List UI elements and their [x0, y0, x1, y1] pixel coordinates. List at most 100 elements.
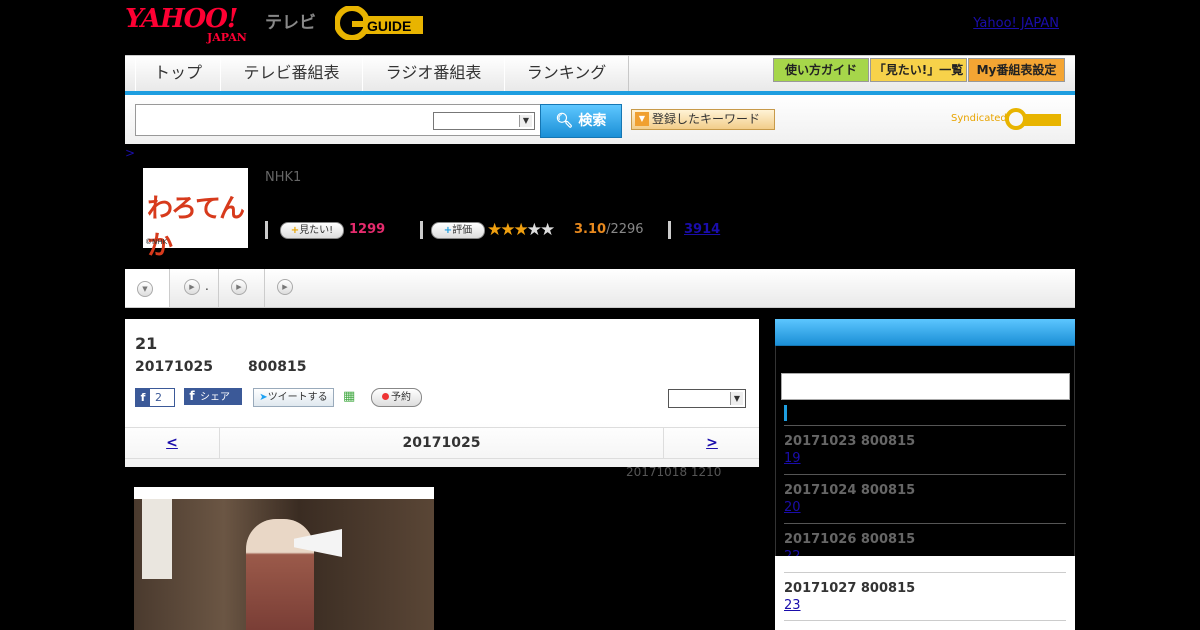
sidebar-episode-date: 20171024 800815 [784, 483, 916, 498]
search-category-select[interactable]: ▼ [433, 112, 535, 130]
breadcrumb[interactable]: > [125, 146, 135, 160]
chevron-down-icon: ▼ [730, 392, 743, 405]
saved-keywords-label: 登録したキーワード [652, 112, 761, 126]
watchlist-button[interactable]: 「見たい!」一覧 [870, 58, 967, 82]
reserve-button[interactable]: 予約 [371, 388, 422, 407]
star-icon: ★ [513, 220, 529, 240]
triangle-down-icon: ▼ [635, 112, 649, 126]
facebook-share-button[interactable]: f シェア [184, 388, 242, 405]
chevron-down-icon: ▼ [519, 115, 532, 127]
episode-time: 800815 [248, 359, 307, 375]
episode-pager: < 20171025 > [125, 427, 759, 459]
chevron-down-icon: ▼ [137, 281, 153, 297]
tab-ranking[interactable]: ランキング [504, 56, 629, 92]
saved-keywords-button[interactable]: ▼ 登録したキーワード [631, 109, 775, 130]
sidebar-episode-link[interactable]: 23 [784, 598, 1066, 613]
rate-label: 評価 [452, 225, 473, 236]
sidebar-divider [784, 425, 1066, 426]
plus-icon: + [443, 225, 453, 236]
episode-panel: 21 20171025 800815 f2 f シェア ➤ツイートする ▦ 予約 … [125, 319, 759, 467]
search-bar: ▼ 🔍︎ 検索 ▼ 登録したキーワード Syndicated [125, 95, 1075, 144]
stats-divider [420, 221, 423, 239]
main-nav: トップ テレビ番組表 ラジオ番組表 ランキング 使い方ガイド 「見たい!」一覧 … [125, 55, 1075, 92]
program-thumb-title: わろてんか [147, 194, 245, 261]
syndicated-text: Syndicated [951, 113, 1007, 124]
subnav-item-2[interactable]: ▶ . [170, 269, 219, 307]
sidebar-episode-item[interactable]: 20171024 800815 20 [784, 479, 1066, 515]
gguide-logo-text: GUIDE [367, 18, 411, 34]
tweet-button[interactable]: ➤ツイートする [253, 388, 334, 407]
episode-photo [134, 487, 434, 630]
facebook-share-label: シェア [200, 392, 230, 403]
site-header: YAHOO! JAPAN テレビ GUIDE Yahoo! JAPAN [125, 0, 1075, 52]
episode-number: 21 [135, 334, 158, 353]
episode-select[interactable]: ▼ [668, 389, 746, 408]
guide-button[interactable]: 使い方ガイド [773, 58, 869, 82]
sidebar-lower: 20171027 800815 23 [775, 556, 1075, 630]
program-thumbnail[interactable]: わろてんか ©NHK [143, 168, 248, 261]
sidebar-episode-date: 20171026 800815 [784, 532, 916, 547]
photo-banner [142, 499, 172, 579]
star-icon: ★ [500, 220, 515, 240]
rating-value: 3.10/2296 [574, 222, 644, 237]
facebook-like-button[interactable]: f2 [135, 388, 175, 407]
subnav-item-4[interactable]: ▶ [265, 269, 305, 307]
want-to-watch-button[interactable]: +見たい! [280, 222, 344, 239]
facebook-icon: f [189, 389, 195, 403]
logo-tv-text: テレビ [265, 13, 316, 33]
episode-sidebar: 20171023 800815 19 20171024 800815 20 20… [775, 319, 1075, 564]
subnav-item-3[interactable]: ▶ [219, 269, 265, 307]
search-button[interactable]: 🔍︎ 検索 [540, 104, 622, 138]
yahoo-japan-link[interactable]: Yahoo! JAPAN [973, 16, 1059, 31]
syndicated-gguide-logo: Syndicated [947, 105, 1067, 133]
star-rating: ★★★★★ [487, 220, 555, 240]
twitter-bird-icon: ➤ [259, 392, 268, 403]
tab-radio-listings[interactable]: ラジオ番組表 [362, 56, 505, 92]
updated-timestamp: 20171018 1210 [626, 465, 722, 479]
rate-button[interactable]: +評価 [431, 222, 485, 239]
current-episode-date: 20171025 [402, 435, 481, 451]
subnav-item-1[interactable]: ▼ [125, 269, 170, 307]
tab-tv-listings[interactable]: テレビ番組表 [220, 56, 363, 92]
plus-icon: + [290, 225, 300, 236]
sidebar-episode-link[interactable]: 19 [784, 451, 1066, 466]
search-icon: 🔍︎ [555, 113, 574, 129]
star-icon: ★ [526, 220, 542, 240]
play-icon: ▶ [184, 279, 200, 295]
my-listing-settings-button[interactable]: My番組表設定 [968, 58, 1065, 82]
record-dot-icon [382, 393, 389, 400]
sidebar-divider [784, 620, 1066, 621]
search-button-label: 検索 [578, 113, 607, 129]
rating-score: 3.10 [574, 222, 607, 237]
photo-person [246, 519, 314, 630]
sidebar-header [775, 319, 1075, 346]
sidebar-divider [784, 474, 1066, 475]
sidebar-episode-item[interactable]: 20171023 800815 19 [784, 430, 1066, 466]
program-stats: +見たい! 1299 +評価 ★★★★★ 3.10/2296 3914 [265, 220, 765, 242]
sidebar-episode-item[interactable]: 20171027 800815 23 [784, 577, 1066, 613]
episode-date: 20171025 [135, 359, 213, 375]
sidebar-section-marker [784, 405, 787, 421]
program-thumb-credit: ©NHK [145, 238, 168, 246]
facebook-like-count: 2 [155, 391, 162, 404]
tab-top[interactable]: トップ [135, 56, 221, 92]
add-calendar-icon[interactable]: ▦ [343, 388, 359, 405]
sidebar-episode-date: 20171023 800815 [784, 434, 916, 449]
subnav-item-2-label: . [205, 279, 209, 293]
next-episode-link[interactable]: > [663, 428, 760, 458]
yahoo-japan-logo[interactable]: YAHOO! JAPAN [125, 4, 247, 44]
play-icon: ▶ [277, 279, 293, 295]
gguide-small-logo-icon [1005, 108, 1061, 130]
facebook-icon: f [136, 389, 150, 406]
review-count-link[interactable]: 3914 [684, 222, 720, 237]
logo-japan-text: JAPAN [207, 31, 247, 44]
sidebar-input[interactable] [781, 373, 1070, 400]
stats-divider [265, 221, 268, 239]
gguide-logo-icon: GUIDE [334, 5, 423, 41]
logo-yahoo-text: YAHOO! [125, 4, 238, 34]
sidebar-episode-link[interactable]: 20 [784, 500, 1066, 515]
previous-episode-link[interactable]: < [125, 428, 220, 458]
sidebar-divider [784, 523, 1066, 524]
want-to-watch-label: 見たい! [299, 225, 334, 236]
gguide-logo[interactable]: GUIDE [334, 5, 431, 41]
